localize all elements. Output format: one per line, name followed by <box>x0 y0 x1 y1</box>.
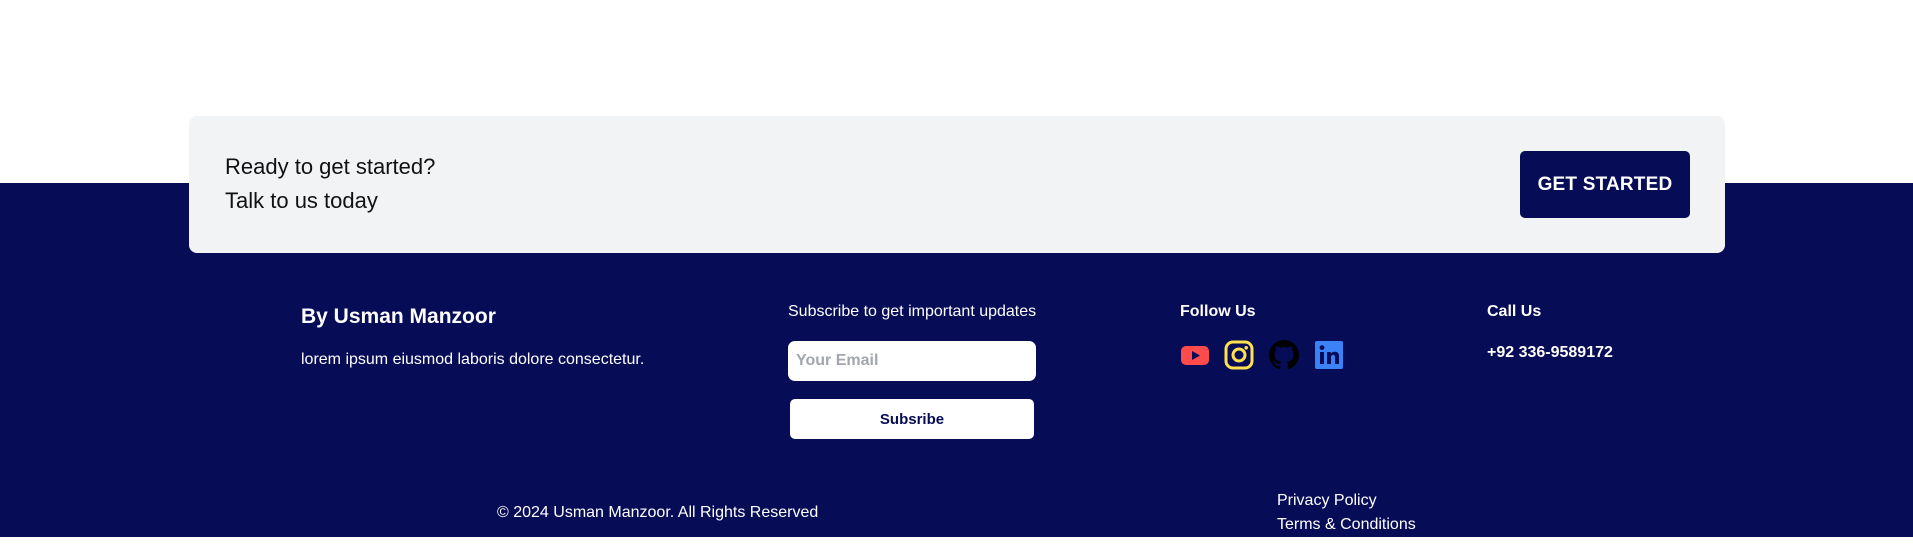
follow-us-heading: Follow Us <box>1180 303 1256 320</box>
terms-conditions-link[interactable]: Terms & Conditions <box>1277 516 1416 534</box>
cta-subheading: Talk to us today <box>225 188 378 213</box>
call-us-heading: Call Us <box>1487 303 1542 320</box>
copyright-text: © 2024 Usman Manzoor. All Rights Reserve… <box>497 504 819 521</box>
subscribe-button[interactable]: Subsribe <box>790 399 1034 439</box>
subscribe-heading: Subscribe to get important updates <box>788 303 1037 320</box>
footer-brand-description: lorem ipsum eiusmod laboris dolore conse… <box>301 351 645 368</box>
instagram-icon[interactable] <box>1224 340 1254 370</box>
email-input[interactable] <box>788 341 1036 381</box>
privacy-policy-link[interactable]: Privacy Policy <box>1277 492 1377 510</box>
get-started-button[interactable]: GET STARTED <box>1520 151 1690 218</box>
page: Ready to get started? Talk to us today G… <box>0 0 1913 559</box>
footer-brand-title: By Usman Manzoor <box>301 305 496 328</box>
youtube-icon[interactable] <box>1180 340 1210 370</box>
github-icon[interactable] <box>1269 340 1299 370</box>
cta-heading: Ready to get started? <box>225 154 436 179</box>
phone-number: +92 336-9589172 <box>1487 344 1613 361</box>
cta-card: Ready to get started? Talk to us today G… <box>189 116 1725 253</box>
linkedin-icon[interactable] <box>1314 340 1344 370</box>
